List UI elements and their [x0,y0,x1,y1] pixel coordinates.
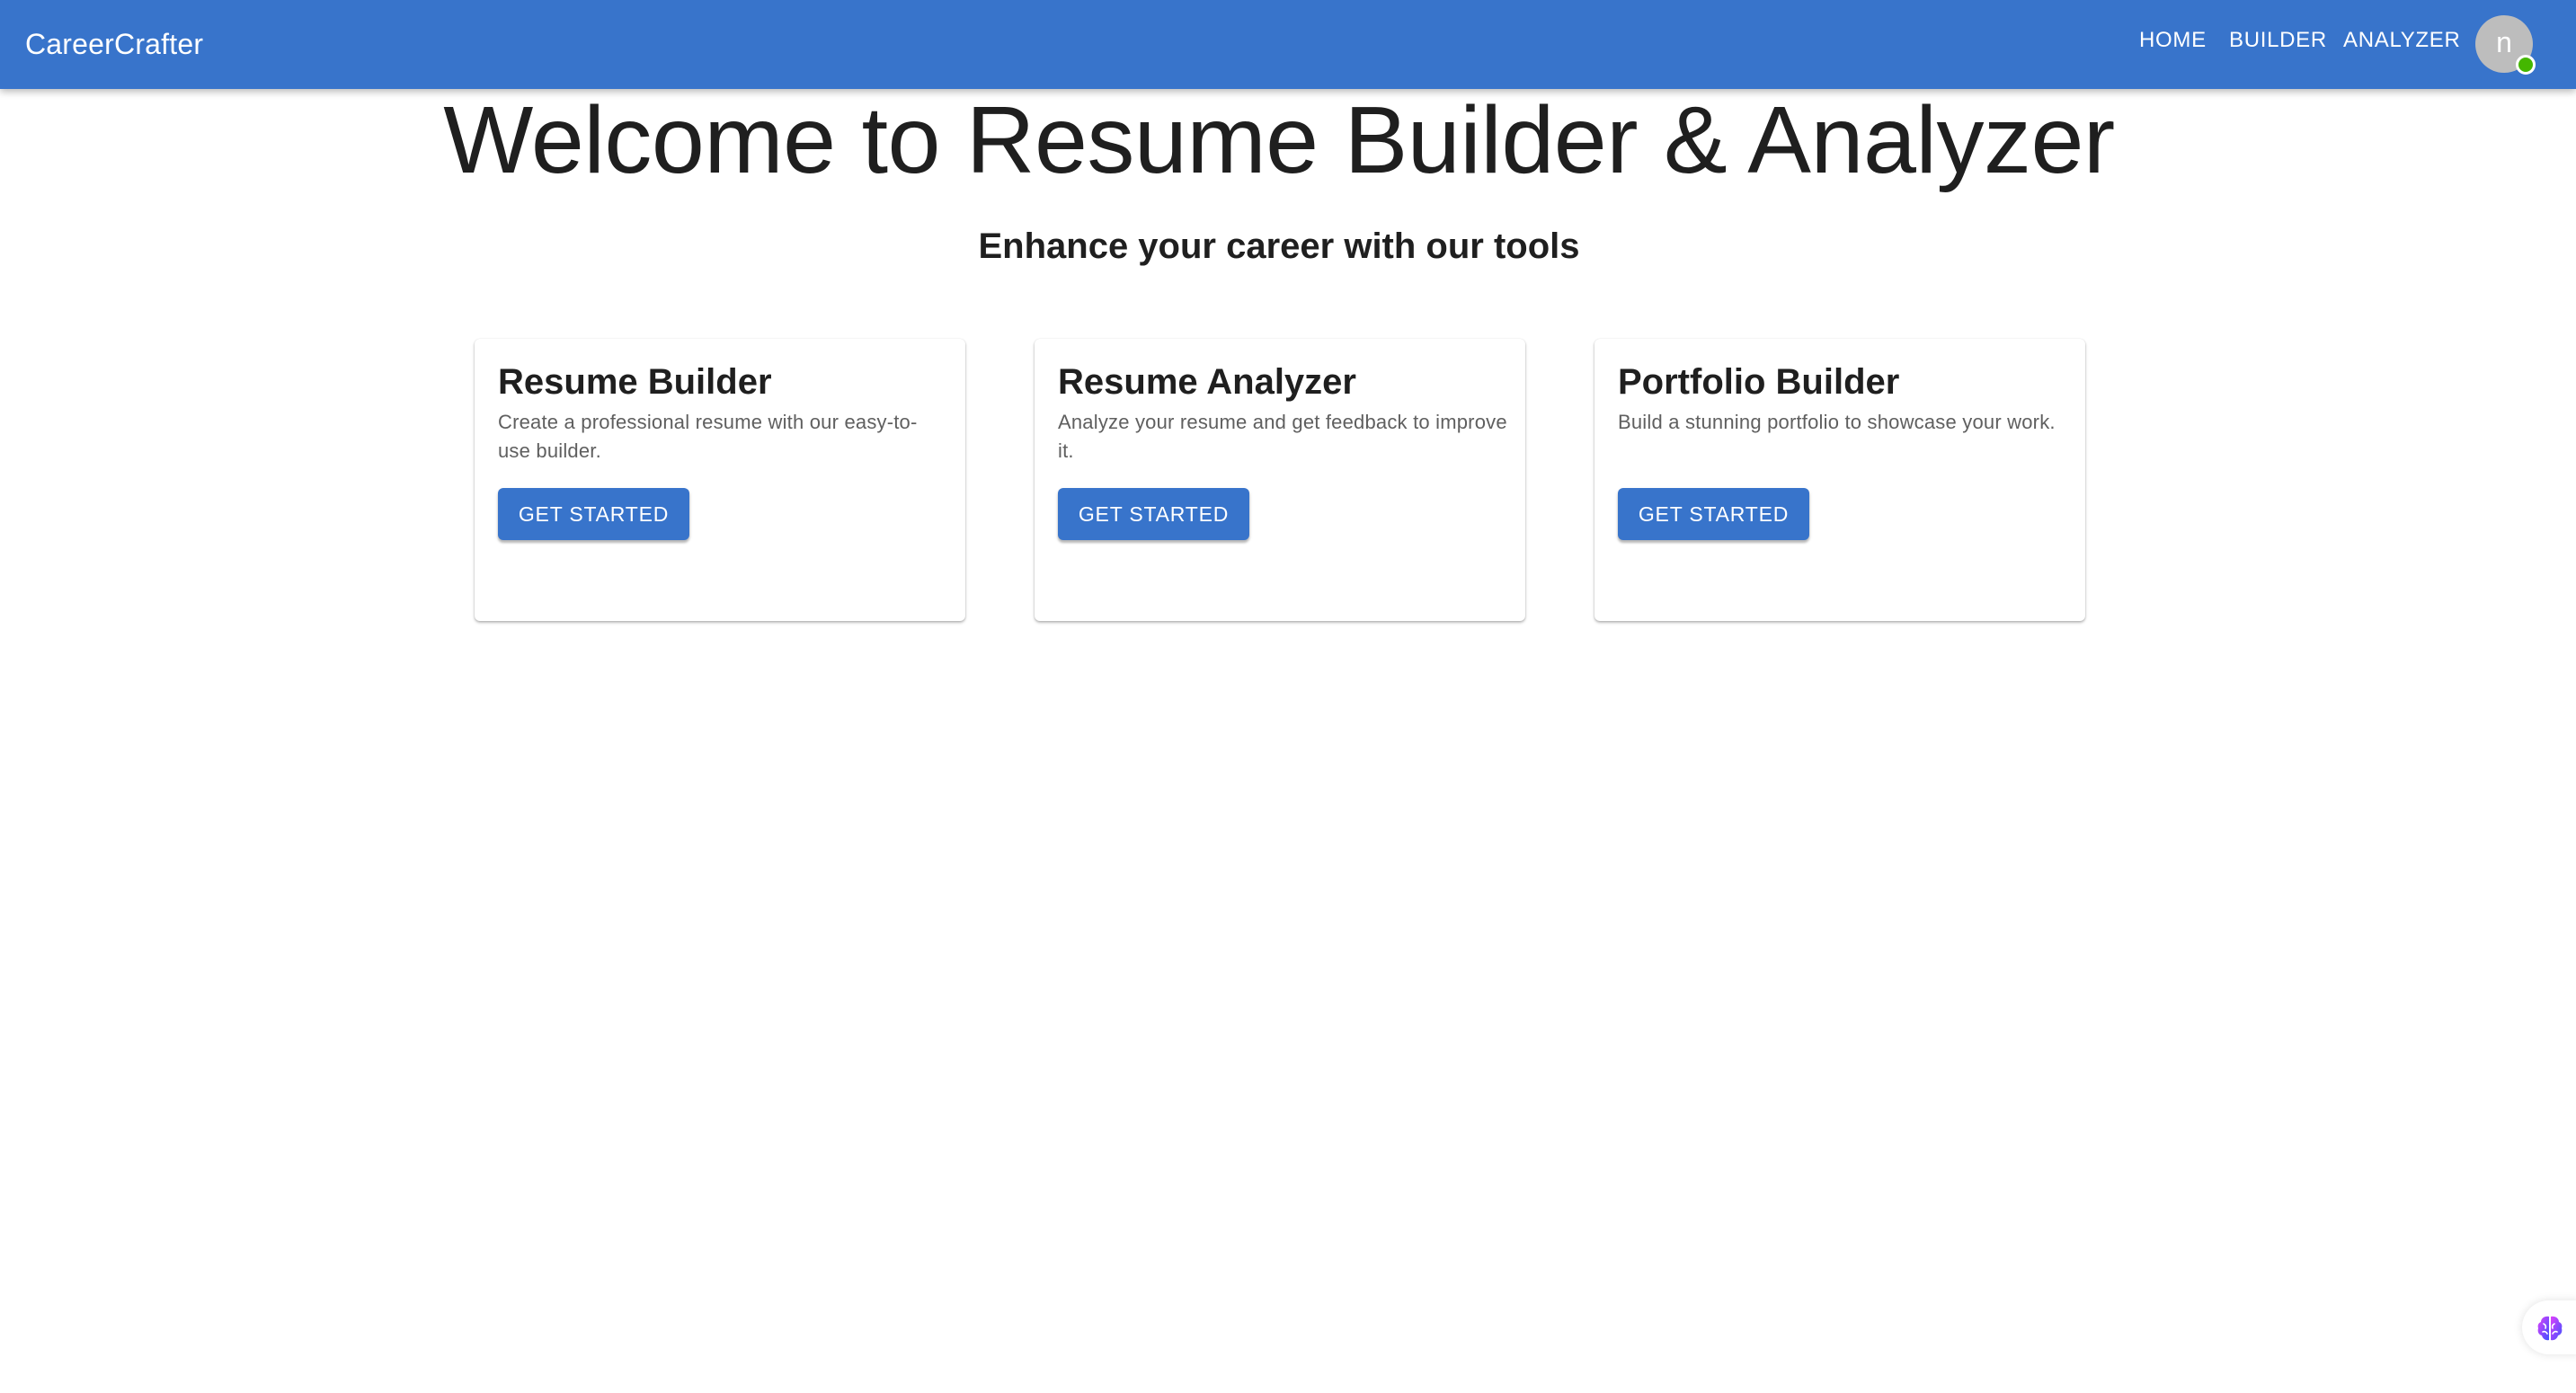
card-description: Create a professional resume with our ea… [498,411,918,462]
get-started-button-resume-analyzer[interactable]: GET STARTED [1058,488,1249,540]
get-started-button-resume-builder[interactable]: GET STARTED [498,488,689,540]
nav-analyzer[interactable]: ANALYZER [2343,28,2461,53]
card-resume-builder: Resume Builder Create a professional res… [475,339,965,621]
nav-home[interactable]: HOME [2139,28,2207,53]
get-started-button-portfolio-builder[interactable]: GET STARTED [1618,488,1809,540]
page-title: Welcome to Resume Builder & Analyzer [443,87,2115,193]
card-resume-analyzer: Resume Analyzer Analyze your resume and … [1035,339,1525,621]
brain-icon [2537,1316,2563,1341]
card-description: Build a stunning portfolio to showcase y… [1618,411,2056,433]
card-title: Resume Analyzer [1058,362,1356,402]
card-title: Portfolio Builder [1618,362,1900,402]
online-status-badge [2516,55,2536,75]
nav-builder[interactable]: BUILDER [2229,28,2327,53]
brand-logo-text[interactable]: CareerCrafter [25,0,203,89]
app-bar: CareerCrafter HOME BUILDER ANALYZER n [0,0,2576,89]
assistant-widget-button[interactable] [2522,1300,2576,1354]
card-title: Resume Builder [498,362,772,402]
page-subtitle: Enhance your career with our tools [978,226,1580,266]
card-description: Analyze your resume and get feedback to … [1058,411,1507,462]
card-portfolio-builder: Portfolio Builder Build a stunning portf… [1594,339,2085,621]
